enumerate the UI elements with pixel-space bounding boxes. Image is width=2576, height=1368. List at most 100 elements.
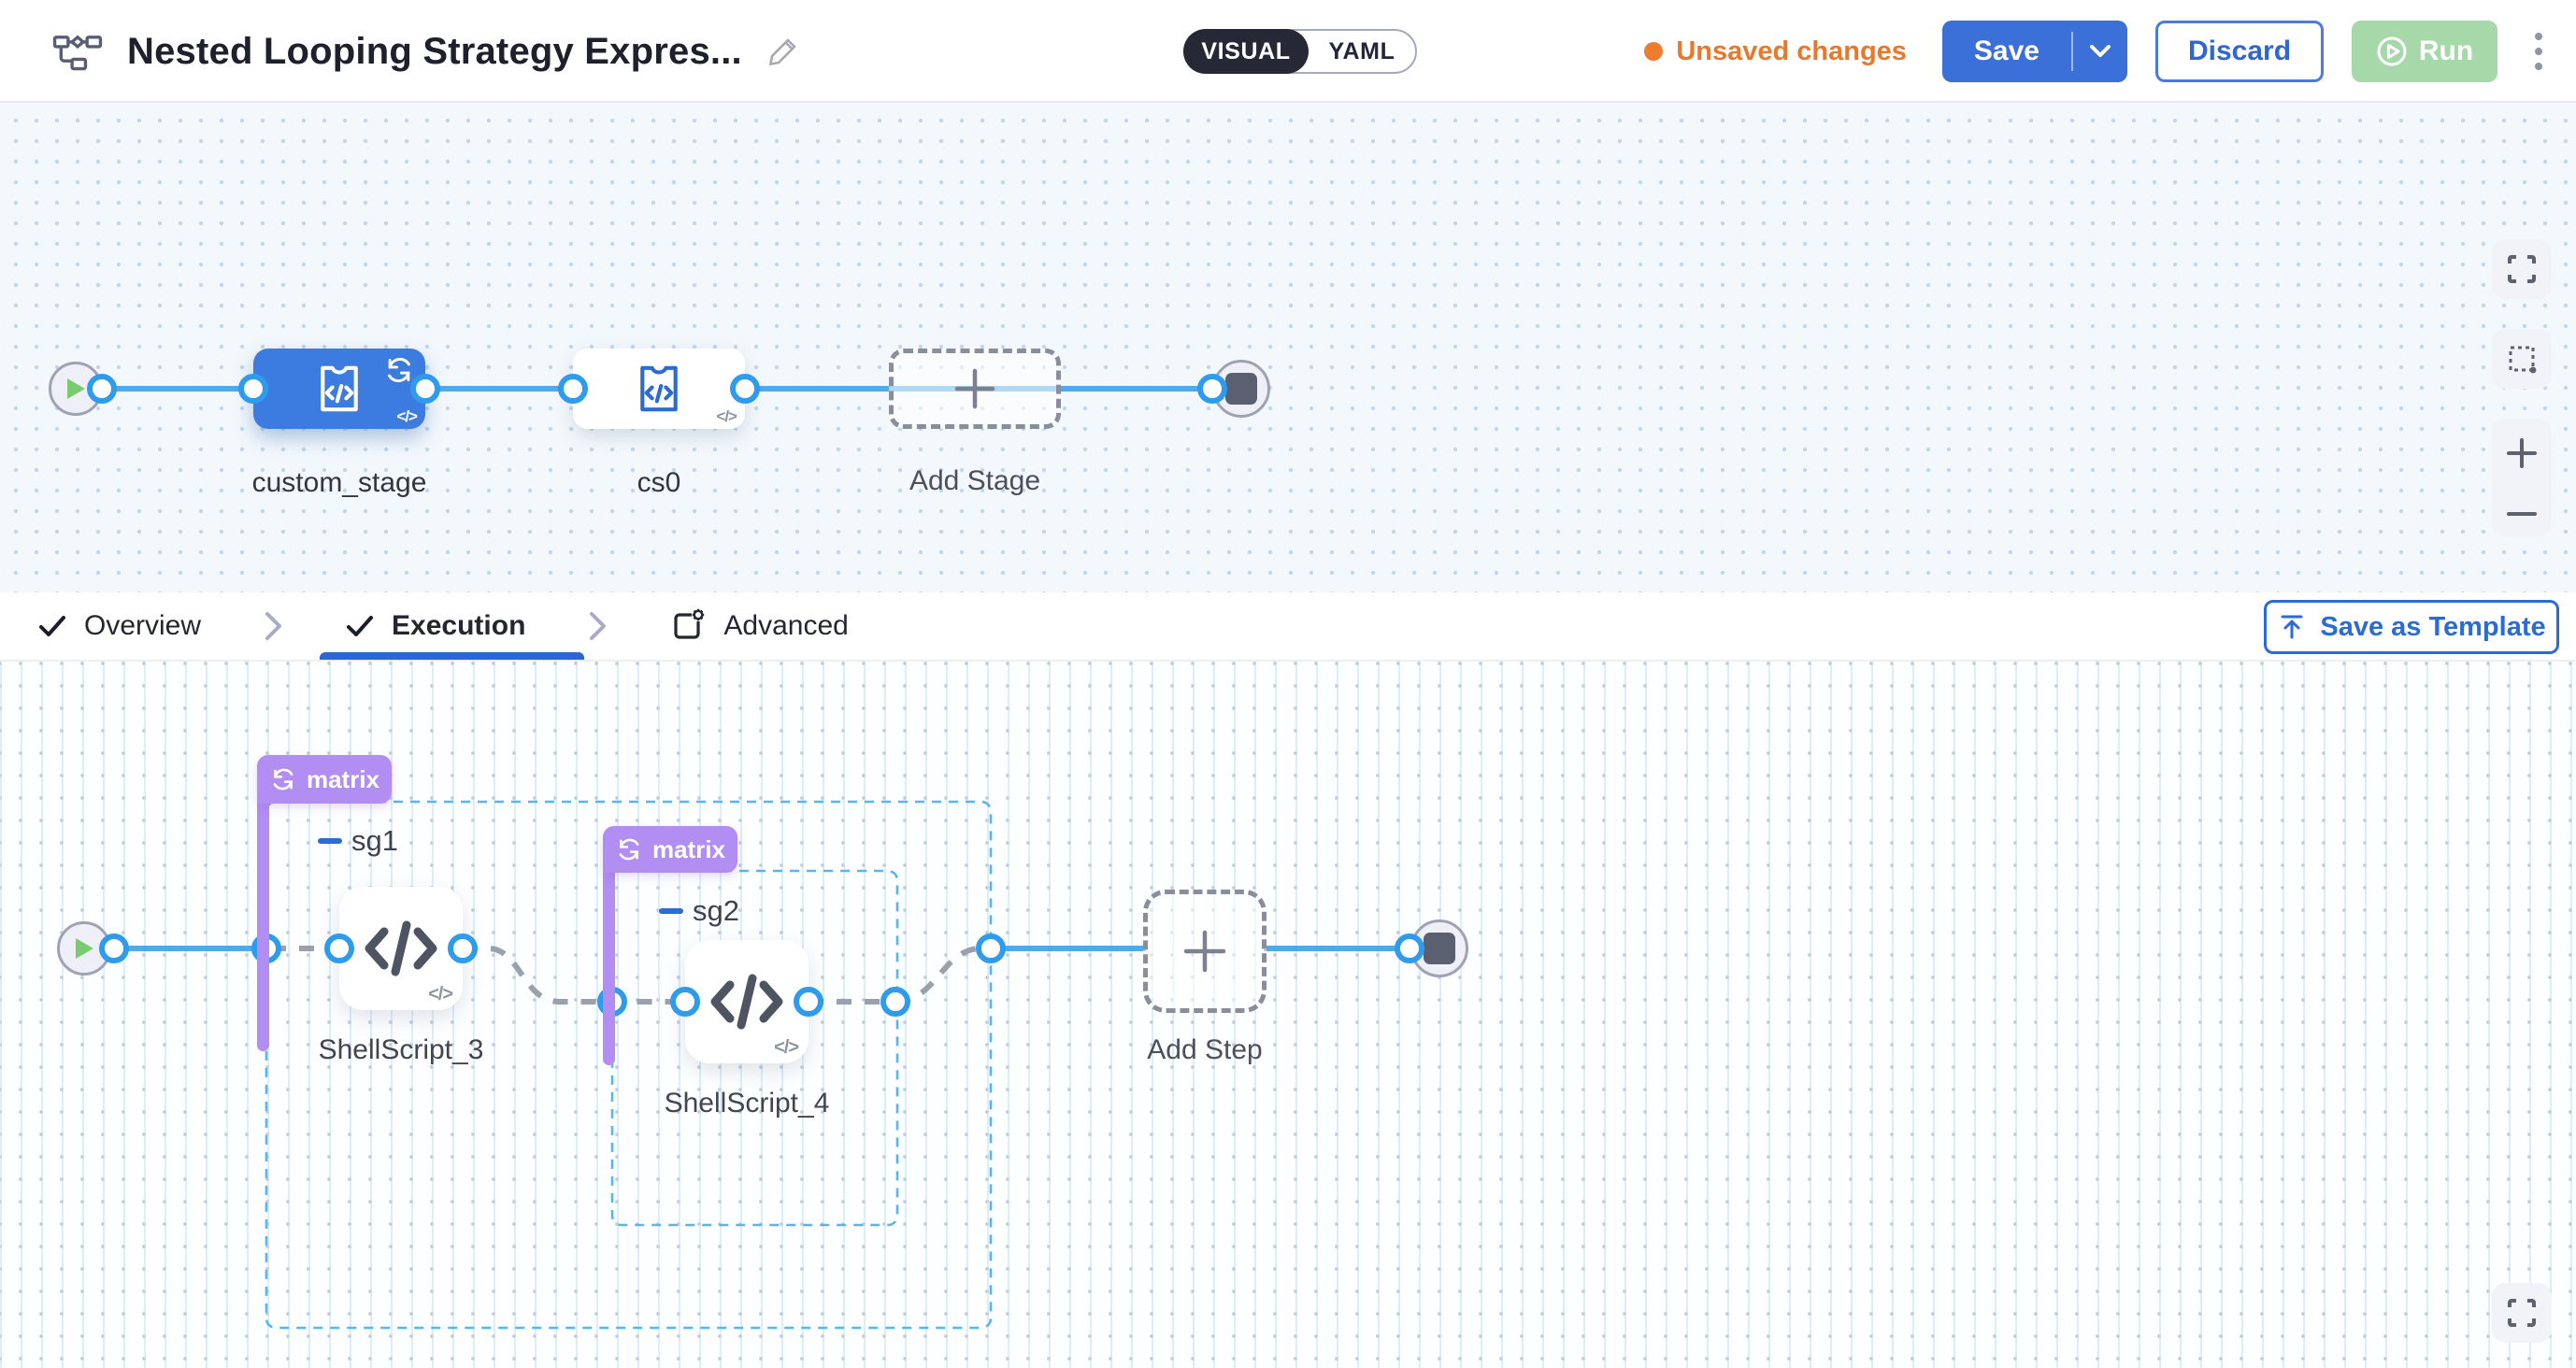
save-options-button[interactable]	[2073, 21, 2127, 82]
discard-button[interactable]: Discard	[2155, 21, 2324, 82]
stage-wires	[0, 103, 2576, 592]
step-node-shellscript-4[interactable]: </>	[685, 940, 809, 1063]
shell-script-icon	[362, 916, 440, 981]
unsaved-dot-icon	[1644, 42, 1663, 61]
step-node-shellscript-3[interactable]: </>	[339, 887, 463, 1010]
zoom-out-button[interactable]	[2504, 508, 2540, 520]
active-tab-underline	[320, 652, 584, 660]
save-as-template-button[interactable]: Save as Template	[2264, 600, 2559, 654]
check-icon	[345, 613, 375, 639]
stop-icon	[1225, 373, 1257, 405]
header-actions: Unsaved changes Save Discard Run	[1644, 0, 2552, 103]
more-options-menu[interactable]	[2526, 25, 2552, 78]
add-step-label: Add Step	[1065, 1034, 1345, 1066]
run-button[interactable]: Run	[2352, 21, 2497, 82]
code-badge-icon: </>	[396, 407, 417, 426]
unsaved-text: Unsaved changes	[1676, 36, 1907, 67]
link-dot	[410, 374, 440, 404]
link-dot	[324, 933, 354, 963]
group-name: sg2	[693, 894, 739, 928]
check-icon	[37, 613, 67, 639]
stop-icon	[1424, 933, 1455, 964]
link-dot	[99, 933, 129, 963]
link-dot	[670, 987, 700, 1017]
group-dash-icon	[659, 908, 683, 914]
zoom-in-button[interactable]	[2504, 435, 2540, 471]
pipeline-studio: Nested Looping Strategy Expres... VISUAL…	[0, 0, 2576, 1368]
header-left: Nested Looping Strategy Expres...	[52, 0, 800, 103]
advanced-settings-icon	[669, 608, 707, 644]
play-icon	[73, 936, 95, 961]
chevron-right-icon	[587, 610, 608, 642]
group-label-sg1: sg1	[318, 824, 398, 858]
upload-icon	[2277, 612, 2307, 642]
zoom-controls	[2492, 419, 2552, 536]
group-name: sg1	[351, 824, 398, 858]
play-circle-icon	[2376, 36, 2408, 67]
pipeline-graph-icon	[52, 30, 103, 73]
loop-icon	[615, 836, 643, 862]
save-as-template-label: Save as Template	[2320, 612, 2545, 643]
plus-icon	[1178, 924, 1232, 978]
expand-icon	[2505, 252, 2539, 286]
fit-to-screen-button[interactable]	[2492, 239, 2552, 299]
link-dot	[448, 933, 478, 963]
matrix-group-bar	[257, 764, 269, 1051]
custom-stage-icon	[308, 360, 370, 418]
add-stage-button[interactable]	[889, 349, 1061, 429]
stage-label: cs0	[519, 467, 799, 499]
save-split-button: Save	[1942, 21, 2127, 82]
tab-advanced[interactable]: Advanced	[669, 608, 848, 644]
execution-canvas[interactable]: matrix sg1 matrix sg2	[0, 662, 2576, 1368]
multi-select-button[interactable]	[2492, 329, 2552, 389]
expand-icon	[2505, 1296, 2539, 1330]
link-dot	[880, 987, 910, 1017]
tab-label: Overview	[84, 610, 201, 642]
run-label: Run	[2419, 36, 2473, 67]
stage-node-custom-stage[interactable]: </>	[253, 349, 425, 429]
toggle-visual[interactable]: VISUAL	[1183, 29, 1309, 74]
link-dot	[730, 374, 760, 404]
code-badge-icon: </>	[428, 984, 452, 1005]
code-badge-icon: </>	[774, 1037, 798, 1059]
page-title: Nested Looping Strategy Expres...	[127, 31, 742, 73]
header: Nested Looping Strategy Expres... VISUAL…	[0, 0, 2576, 103]
loop-icon	[269, 766, 297, 792]
toggle-yaml[interactable]: YAML	[1309, 31, 1415, 72]
matrix-badge-label: matrix	[652, 835, 725, 864]
link-dot	[238, 374, 268, 404]
link-dot	[794, 987, 823, 1017]
looping-strategy-icon	[382, 355, 416, 385]
edit-title-icon[interactable]	[766, 35, 800, 68]
stage-pipeline-canvas[interactable]: </> </> cus	[0, 103, 2576, 592]
stage-node-cs0[interactable]: </>	[573, 349, 745, 429]
tab-execution[interactable]: Execution	[345, 610, 525, 642]
link-dot	[1395, 933, 1424, 963]
step-label: ShellScript_4	[607, 1088, 887, 1119]
save-button[interactable]: Save	[1942, 21, 2071, 82]
visual-yaml-toggle: VISUAL YAML	[1183, 29, 1417, 74]
group-label-sg2: sg2	[659, 894, 739, 928]
link-dot	[976, 933, 1006, 963]
add-step-button[interactable]	[1143, 890, 1267, 1013]
link-dot	[1197, 374, 1227, 404]
step-label: ShellScript_3	[261, 1034, 541, 1066]
link-dot	[87, 374, 117, 404]
plus-icon	[950, 363, 1000, 414]
custom-stage-icon	[628, 360, 690, 418]
expand-canvas-button[interactable]	[2492, 1283, 2552, 1343]
tab-overview[interactable]: Overview	[37, 610, 201, 642]
link-dot	[558, 374, 588, 404]
shell-script-icon	[708, 969, 786, 1034]
unsaved-changes-indicator: Unsaved changes	[1644, 36, 1907, 67]
stage-label: custom_stage	[199, 467, 479, 499]
tabs: Overview Execution	[0, 608, 849, 644]
play-icon	[64, 377, 87, 401]
chevron-right-icon	[263, 610, 283, 642]
matrix-badge-label: matrix	[307, 765, 379, 794]
matrix-badge-sg1[interactable]: matrix	[257, 755, 392, 804]
add-stage-label: Add Stage	[835, 465, 1115, 497]
chevron-down-icon	[2088, 43, 2112, 60]
tab-label: Execution	[392, 610, 525, 642]
matrix-badge-sg2[interactable]: matrix	[603, 826, 737, 873]
